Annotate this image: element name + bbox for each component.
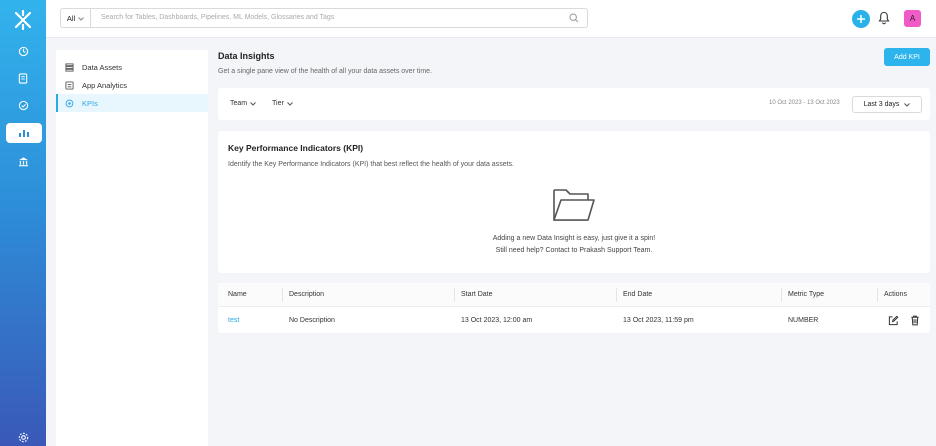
data-assets-icon	[65, 62, 74, 72]
chevron-down-icon	[250, 101, 256, 106]
page-subtitle: Get a single pane view of the health of …	[218, 68, 433, 75]
tier-filter-label: Tier	[272, 100, 284, 107]
empty-state-line2: Still need help? Contact to Prakash Supp…	[495, 247, 653, 254]
column-divider	[616, 288, 617, 302]
chevron-down-icon	[286, 101, 293, 106]
nav-item-label: App Analytics	[82, 80, 128, 90]
date-range-text: 10 Oct 2023 - 13 Oct 2023	[769, 100, 840, 106]
column-header-actions: Actions	[884, 291, 907, 298]
kpi-section-description: Identify the Key Performance Indicators …	[228, 161, 514, 168]
kpi-section-title: Key Performance Indicators (KPI)	[228, 143, 364, 153]
app-logo-icon[interactable]	[12, 9, 34, 31]
column-header-metric-type: Metric Type	[788, 291, 825, 298]
kpi-card: Key Performance Indicators (KPI) Identif…	[218, 131, 930, 273]
search-scope-dropdown[interactable]: All	[61, 9, 91, 27]
kpi-name-link[interactable]: test	[228, 317, 239, 324]
date-range-select-label: Last 3 days	[863, 101, 900, 108]
quality-icon[interactable]	[15, 97, 31, 113]
kpi-end-date: 13 Oct 2023, 11:59 pm	[623, 317, 694, 324]
date-range-select[interactable]: Last 3 days	[852, 96, 922, 113]
table-header: Name Description Start Date End Date Met…	[218, 283, 930, 307]
app-rail	[0, 0, 46, 446]
settings-gear-icon[interactable]	[15, 429, 31, 445]
nav-item-data-assets[interactable]: Data Assets	[56, 58, 208, 76]
nav-item-label: Data Assets	[82, 62, 123, 72]
team-filter-label: Team	[230, 100, 248, 107]
edit-icon[interactable]	[888, 315, 899, 328]
nav-item-kpis[interactable]: KPIs	[56, 94, 208, 112]
chevron-down-icon	[904, 102, 911, 107]
column-divider	[877, 288, 878, 302]
column-header-start-date: Start Date	[461, 291, 493, 298]
governance-icon[interactable]	[15, 153, 31, 169]
kpi-description: No Description	[289, 317, 335, 324]
search-scope-label: All	[66, 13, 76, 23]
insights-icon[interactable]	[6, 123, 42, 143]
tier-filter-dropdown[interactable]: Tier	[272, 100, 293, 107]
column-divider	[454, 288, 455, 302]
add-kpi-button[interactable]: Add KPI	[884, 48, 930, 66]
kpi-metric-type: NUMBER	[788, 317, 819, 324]
empty-folder-icon	[551, 184, 597, 226]
filter-bar: Team Tier 10 Oct 2023 - 13 Oct 2023 Last…	[218, 88, 930, 120]
page-title: Data Insights	[218, 51, 275, 61]
main-content: Data Insights Get a single pane view of …	[218, 0, 936, 446]
team-filter-dropdown[interactable]: Team	[230, 100, 256, 107]
kpi-icon	[65, 99, 74, 107]
column-divider	[282, 288, 283, 302]
app-analytics-icon	[65, 80, 74, 90]
explore-icon[interactable]	[15, 43, 31, 59]
delete-trash-icon[interactable]	[910, 315, 920, 328]
nav-item-label: KPIs	[82, 98, 98, 108]
kpi-table: Name Description Start Date End Date Met…	[218, 283, 930, 333]
insights-left-nav: Data Assets App Analytics KPIs	[56, 50, 208, 446]
chevron-down-icon	[78, 14, 85, 23]
column-header-end-date: End Date	[623, 291, 653, 298]
column-divider	[781, 288, 782, 302]
column-header-description: Description	[289, 291, 325, 298]
nav-item-app-analytics[interactable]: App Analytics	[56, 76, 208, 94]
book-icon[interactable]	[15, 70, 31, 86]
empty-state-line1: Adding a new Data Insight is easy, just …	[492, 235, 656, 242]
kpi-start-date: 13 Oct 2023, 12:00 am	[461, 317, 533, 324]
column-header-name: Name	[228, 291, 247, 298]
